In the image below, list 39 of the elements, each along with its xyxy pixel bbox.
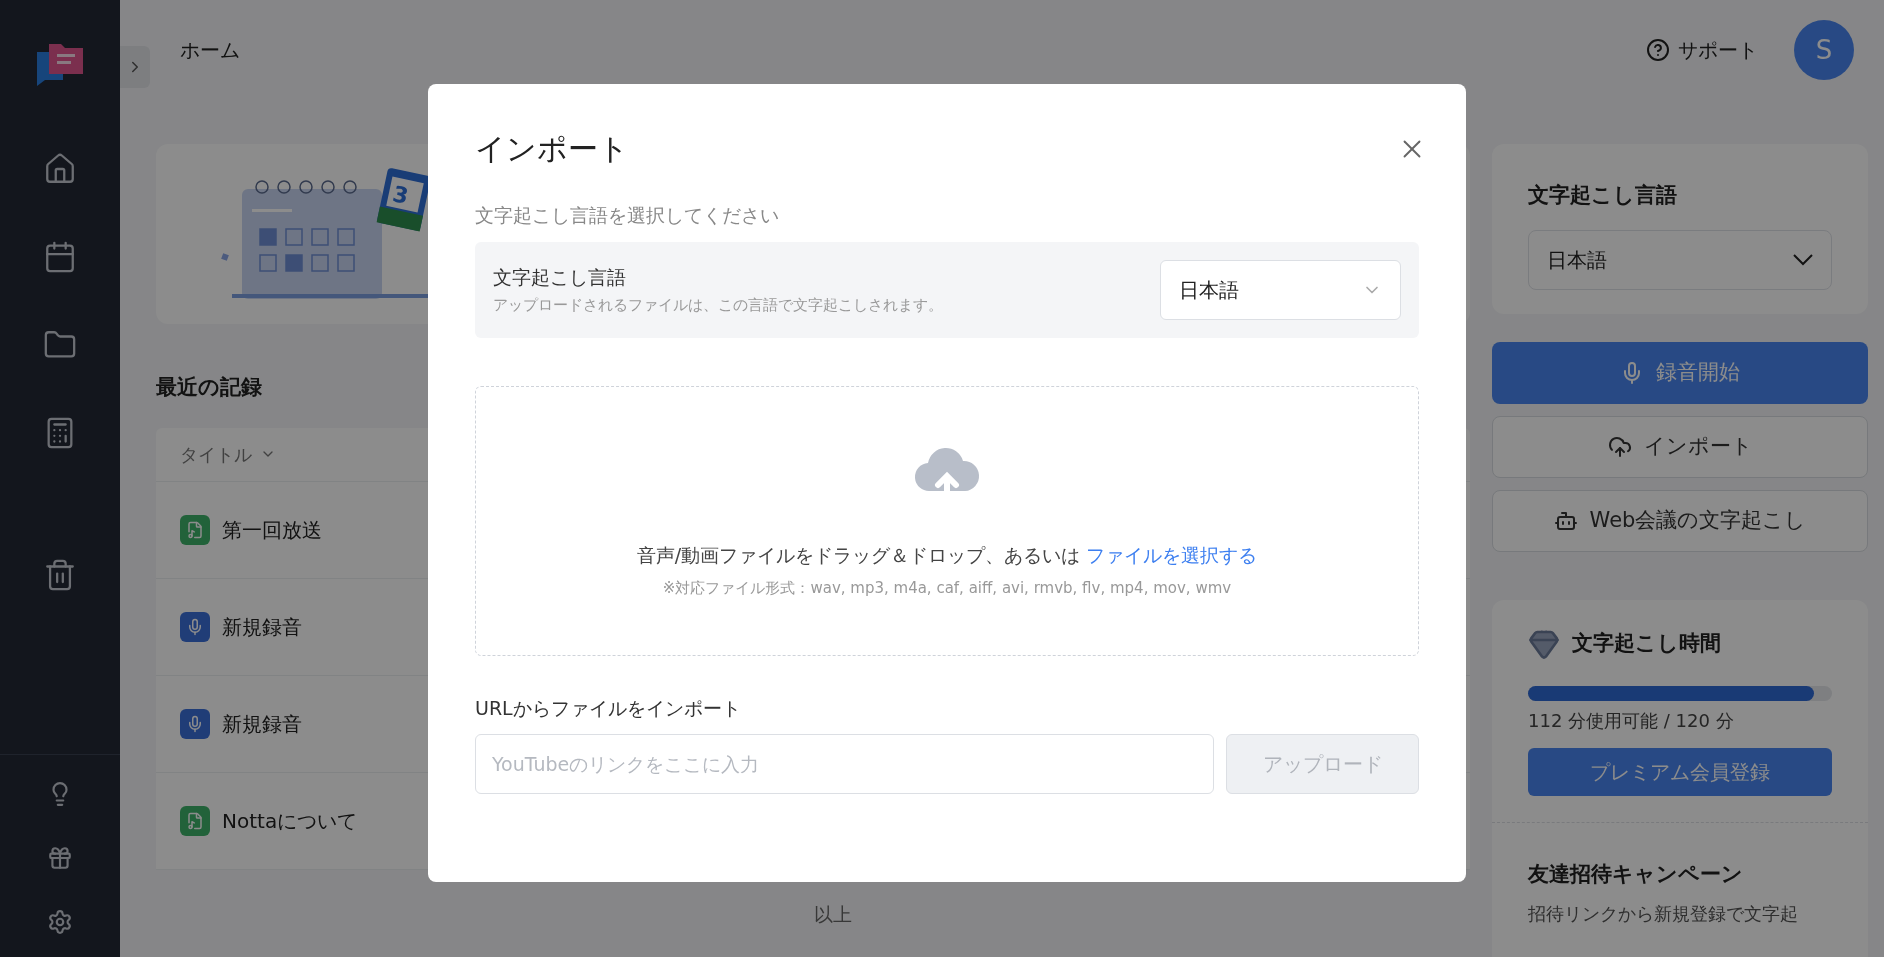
url-import-label: URLからファイルをインポート bbox=[475, 695, 742, 721]
music-file-icon bbox=[180, 514, 210, 545]
language-select[interactable]: 日本語 bbox=[1528, 229, 1832, 290]
chevron-down-icon bbox=[1793, 253, 1813, 266]
microphone-icon bbox=[180, 708, 210, 739]
language-label: 文字起こし言語 bbox=[493, 265, 627, 290]
support-link[interactable]: サポート bbox=[1646, 35, 1758, 65]
calendar-icon[interactable] bbox=[43, 240, 77, 274]
dropzone-text: 音声/動画ファイルをドラッグ＆ドロップ、あるいは ファイルを選択する bbox=[636, 542, 1258, 568]
meeting-button[interactable]: Web会議の文字起こし bbox=[1492, 489, 1868, 552]
settings-icon[interactable] bbox=[47, 909, 73, 935]
supported-formats: ※対応ファイル形式：wav, mp3, m4a, caf, aiff, avi, rmvb, flv, mp4, mov, wmv bbox=[662, 578, 1232, 599]
user-avatar[interactable]: S bbox=[1794, 20, 1854, 80]
list-end-label: 以上 bbox=[814, 901, 852, 927]
card-heading: 友達招待キャンペーン bbox=[1528, 860, 1744, 888]
premium-button[interactable]: プレミアム会員登録 bbox=[1528, 747, 1832, 796]
cloud-upload-icon bbox=[1607, 434, 1632, 459]
title-column-header[interactable]: タイトル bbox=[180, 440, 276, 468]
card-heading: 文字起こし時間 bbox=[1572, 629, 1721, 657]
record-button[interactable]: 録音開始 bbox=[1492, 341, 1868, 404]
language-hint: アップロードされるファイルは、この言語で文字起こしされます。 bbox=[493, 294, 943, 316]
home-icon[interactable] bbox=[43, 152, 77, 186]
card-heading: 文字起こし言語 bbox=[1528, 182, 1678, 209]
section-heading: 最近の記録 bbox=[156, 374, 263, 401]
invite-text: 招待リンクから新規登録で文字起 bbox=[1528, 902, 1799, 926]
dialog-prompt: 文字起こし言語を選択してください bbox=[475, 203, 780, 228]
choose-file-link[interactable]: ファイルを選択する bbox=[1086, 543, 1258, 566]
gift-icon[interactable] bbox=[47, 845, 73, 871]
language-select[interactable]: 日本語 bbox=[1160, 259, 1401, 320]
dialog-title: インポート bbox=[475, 130, 629, 168]
page-title: ホーム bbox=[180, 37, 240, 64]
usage-text: 112 分使用可能 / 120 分 bbox=[1528, 708, 1735, 733]
file-dropzone[interactable]: 音声/動画ファイルをドラッグ＆ドロップ、あるいは ファイルを選択する ※対応ファイル形式：wav, mp3, m4a, caf, aiff, avi, rmvb, flv, mp4, mov, wmv bbox=[475, 385, 1419, 656]
help-icon bbox=[1646, 38, 1670, 62]
import-button[interactable]: インポート bbox=[1492, 415, 1868, 478]
music-file-icon bbox=[180, 805, 210, 836]
trash-icon[interactable] bbox=[43, 558, 77, 592]
microphone-icon bbox=[180, 611, 210, 642]
calendar-illustration: 3 bbox=[212, 159, 432, 309]
